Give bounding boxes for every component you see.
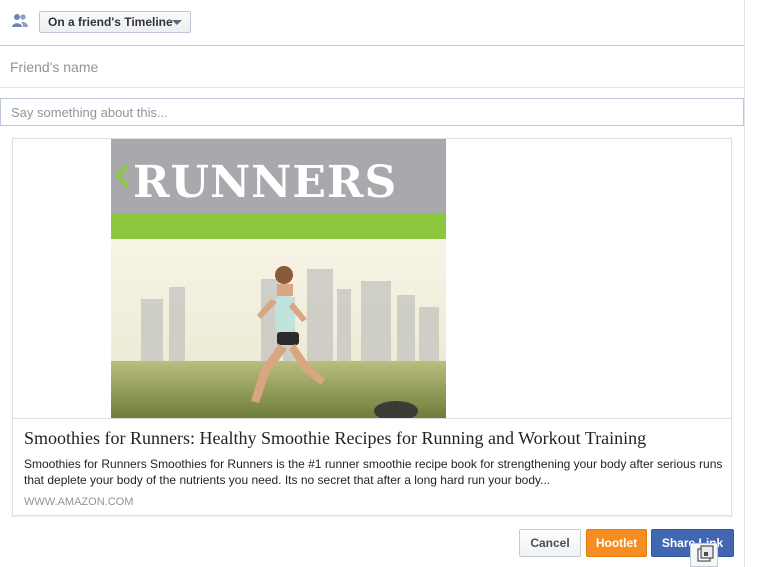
book-cover-heading: RUNNERS [133, 157, 397, 208]
cancel-button[interactable]: Cancel [519, 529, 581, 557]
link-preview-description: Smoothies for Runners Smoothies for Runn… [24, 457, 723, 487]
link-preview-card[interactable]: RUNNERS Smoothies for Runners: Healthy S… [12, 138, 732, 516]
audience-dropdown-label: On a friend's Timeline [48, 15, 173, 29]
link-preview-domain: WWW.AMAZON.COM [24, 496, 134, 508]
link-preview-image[interactable]: RUNNERS [13, 139, 731, 419]
share-dialog: On a friend's Timeline Friend's name Say… [0, 0, 761, 567]
link-preview-title[interactable]: Smoothies for Runners: Healthy Smoothie … [24, 428, 724, 449]
hootlet-widget-icon[interactable] [690, 543, 718, 567]
audience-dropdown[interactable]: On a friend's Timeline [39, 11, 191, 33]
audience-row: On a friend's Timeline [0, 0, 744, 46]
message-input[interactable] [0, 98, 744, 126]
hootlet-button[interactable]: Hootlet [586, 529, 647, 557]
friend-name-input[interactable] [10, 57, 710, 77]
friends-icon [11, 12, 29, 30]
friend-name-row [0, 46, 744, 88]
scrollbar-track[interactable] [744, 0, 761, 567]
chevron-down-icon [172, 20, 182, 25]
book-cover-image: RUNNERS [111, 139, 446, 418]
